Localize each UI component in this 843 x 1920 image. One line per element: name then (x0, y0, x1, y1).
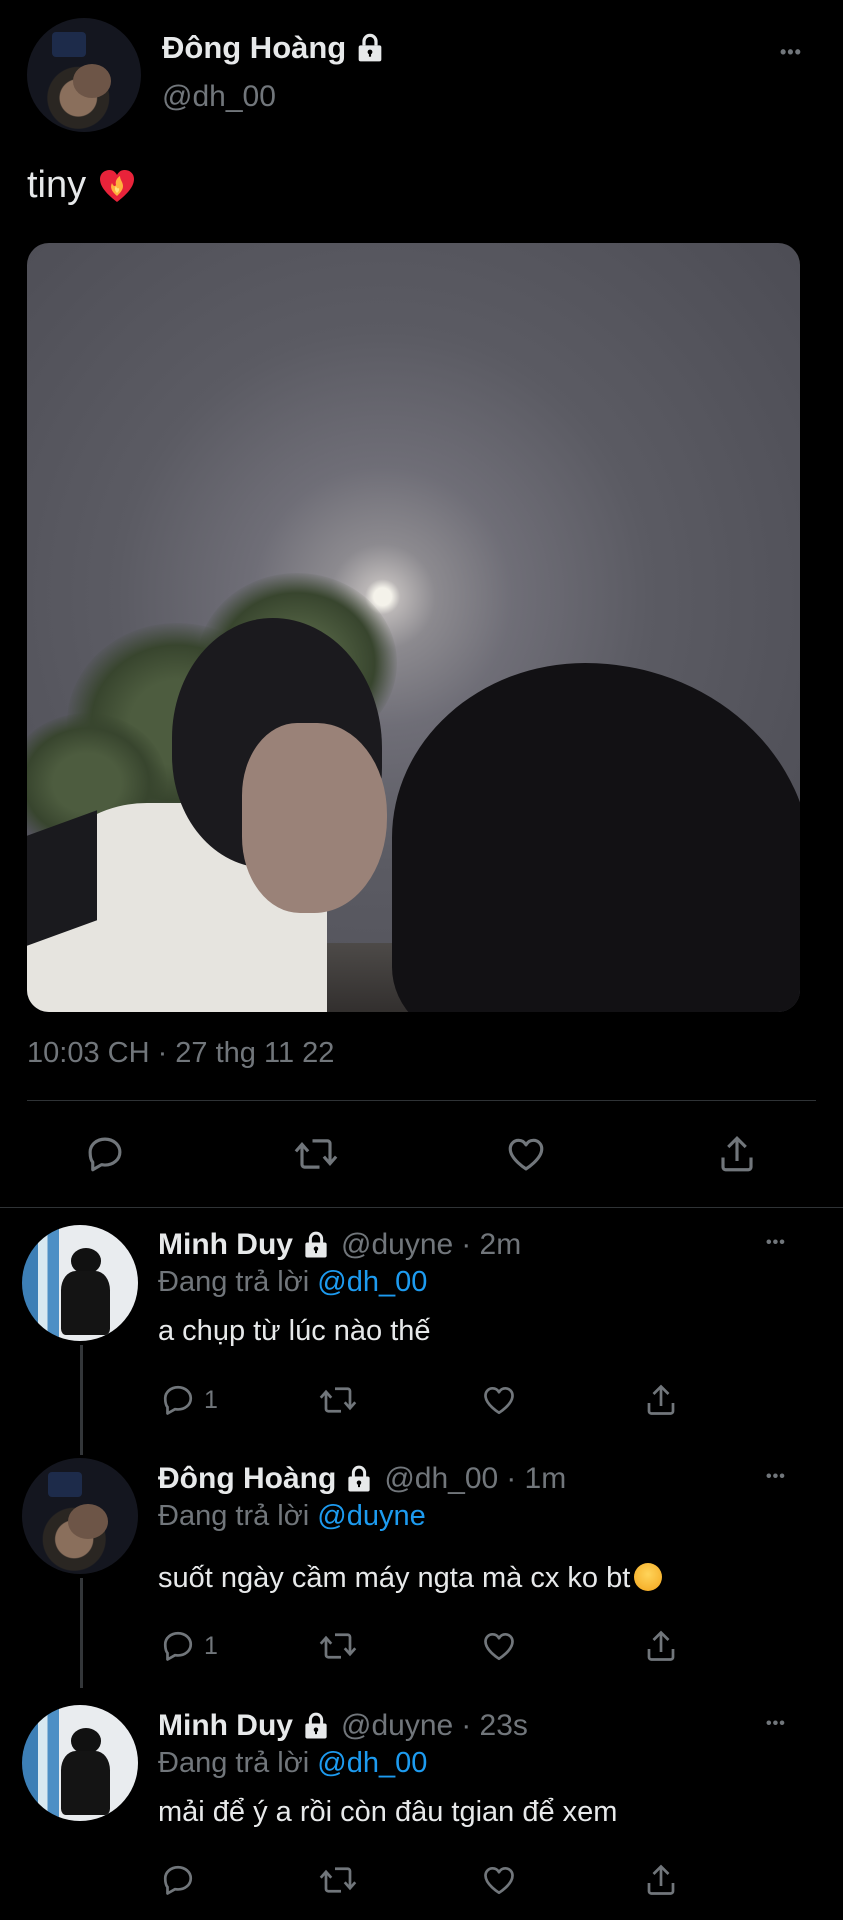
thread-line (80, 1578, 83, 1688)
share-button[interactable] (643, 1382, 679, 1418)
replying-prefix: Đang trả lời (158, 1266, 310, 1298)
reply-avatar[interactable] (22, 1458, 138, 1574)
replying-mention[interactable]: @duyne (317, 1500, 425, 1532)
reply-name-row: Đông Hoàng @dh_00 · 1m (158, 1462, 566, 1496)
author-handle[interactable]: @dh_00 (162, 80, 276, 114)
person-face (242, 723, 387, 913)
like-button[interactable] (481, 1862, 517, 1898)
like-icon (484, 1386, 514, 1415)
lock-icon (301, 1711, 331, 1741)
replying-prefix: Đang trả lời (158, 1500, 310, 1532)
reply-handle[interactable]: @duyne (341, 1709, 453, 1743)
author-display-name[interactable]: Đông Hoàng (162, 30, 346, 66)
like-icon (484, 1866, 514, 1895)
reply-display-name[interactable]: Minh Duy (158, 1709, 293, 1743)
share-icon (721, 1136, 753, 1172)
reply-display-name[interactable]: Đông Hoàng (158, 1462, 336, 1496)
like-button[interactable] (481, 1382, 517, 1418)
retweet-icon (319, 1387, 357, 1413)
reply-display-name[interactable]: Minh Duy (158, 1228, 293, 1262)
replying-prefix: Đang trả lời (158, 1747, 310, 1779)
reply-text-content: suốt ngày cầm máy ngta mà cx ko bt (158, 1562, 631, 1594)
tweet-text: tiny (27, 164, 136, 207)
retweet-button[interactable] (318, 1628, 358, 1664)
reply-button[interactable]: 1 (160, 1628, 218, 1664)
person-silhouette (392, 663, 800, 1012)
replying-to: Đang trả lời @dh_00 (158, 1747, 427, 1780)
retweet-icon (319, 1867, 357, 1893)
share-button[interactable] (643, 1628, 679, 1664)
retweet-icon (294, 1139, 338, 1169)
face-with-steam-icon (634, 1563, 663, 1591)
heart-on-fire-icon (98, 168, 136, 204)
replying-mention[interactable]: @dh_00 (317, 1747, 427, 1779)
reply-avatar[interactable] (22, 1225, 138, 1341)
replying-mention[interactable]: @dh_00 (317, 1266, 427, 1298)
divider (0, 1207, 843, 1208)
thread-line (80, 1345, 83, 1455)
more-icon[interactable]: ••• (766, 1715, 786, 1733)
reply-handle[interactable]: @duyne (341, 1228, 453, 1262)
reply-text: suốt ngày cầm máy ngta mà cx ko bt (158, 1562, 663, 1595)
lock-icon (301, 1230, 331, 1260)
reply-icon (88, 1137, 122, 1172)
share-icon (647, 1864, 675, 1895)
reply-text: a chụp từ lúc nào thế (158, 1315, 431, 1347)
tweet-photo[interactable] (27, 243, 800, 1012)
reply-text: mải để ý a rồi còn đâu tgian để xem (158, 1796, 618, 1828)
tweet-timestamp[interactable]: 10:03 CH · 27 thg 11 22 (27, 1037, 334, 1070)
author-name-row: Đông Hoàng (162, 30, 386, 66)
share-button[interactable] (643, 1862, 679, 1898)
lock-icon (354, 32, 386, 64)
share-icon (647, 1630, 675, 1661)
reply-icon (163, 1865, 193, 1895)
tweet-text-content: tiny (27, 164, 87, 206)
more-icon[interactable]: ••• (766, 1468, 786, 1486)
like-button[interactable] (481, 1628, 517, 1664)
reply-time[interactable]: · 1m (506, 1462, 566, 1496)
retweet-button[interactable] (293, 1133, 339, 1175)
reply-button[interactable] (160, 1862, 196, 1898)
reply-count: 1 (204, 1631, 218, 1660)
reply-name-row: Minh Duy @duyne · 2m (158, 1228, 521, 1262)
author-avatar[interactable] (27, 18, 141, 132)
retweet-button[interactable] (318, 1862, 358, 1898)
replying-to: Đang trả lời @dh_00 (158, 1266, 427, 1299)
reply-button[interactable] (84, 1133, 126, 1175)
share-button[interactable] (716, 1133, 758, 1175)
more-icon[interactable]: ••• (766, 1234, 786, 1252)
reply-time[interactable]: · 2m (461, 1228, 521, 1262)
divider (27, 1100, 816, 1101)
retweet-button[interactable] (318, 1382, 358, 1418)
reply-avatar[interactable] (22, 1705, 138, 1821)
like-icon (508, 1138, 544, 1171)
reply-handle[interactable]: @dh_00 (384, 1462, 498, 1496)
lock-icon (344, 1464, 374, 1494)
like-button[interactable] (505, 1133, 547, 1175)
reply-icon (163, 1631, 193, 1661)
replying-to: Đang trả lời @duyne (158, 1500, 426, 1533)
reply-count: 1 (204, 1385, 218, 1414)
reply-name-row: Minh Duy @duyne · 23s (158, 1709, 528, 1743)
share-icon (647, 1384, 675, 1415)
reply-time[interactable]: · 23s (461, 1709, 528, 1743)
retweet-icon (319, 1633, 357, 1659)
reply-icon (163, 1385, 193, 1415)
more-icon[interactable]: ••• (780, 42, 802, 63)
like-icon (484, 1632, 514, 1661)
reply-button[interactable]: 1 (160, 1382, 218, 1418)
